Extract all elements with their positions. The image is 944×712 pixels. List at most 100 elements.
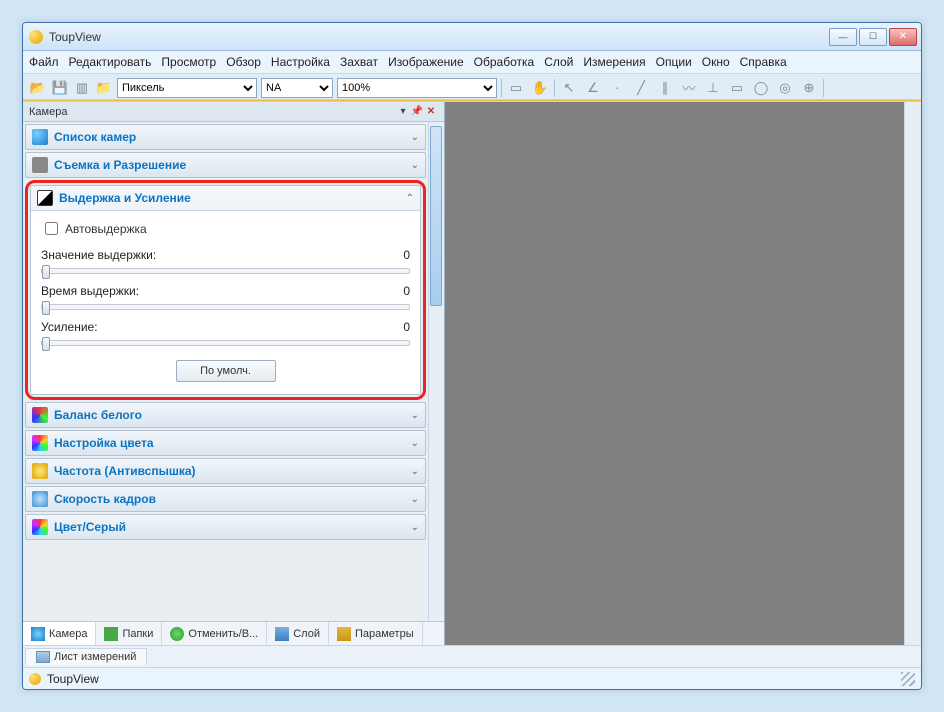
angle-tool-icon[interactable]: ∠ <box>583 79 603 97</box>
bulb-icon <box>32 463 48 479</box>
panel-close-icon[interactable]: ✕ <box>424 106 438 117</box>
gain-slider[interactable] <box>41 340 410 346</box>
menu-layer[interactable]: Слой <box>544 55 573 69</box>
menu-help[interactable]: Справка <box>740 55 787 69</box>
slider-thumb[interactable] <box>42 301 50 315</box>
zoom-combo[interactable]: 100% <box>337 78 497 98</box>
menu-process[interactable]: Обработка <box>474 55 535 69</box>
point-tool-icon[interactable]: · <box>607 79 627 97</box>
panel-scroll-area: Список камер ⌄ Съемка и Разрешение ⌄ <box>23 122 444 621</box>
na-combo[interactable]: NA <box>261 78 333 98</box>
color-adjust-icon <box>32 435 48 451</box>
tab-label: Слой <box>293 628 320 640</box>
exposure-time-label: Время выдержки: <box>41 284 139 298</box>
open-icon[interactable]: 📂 <box>29 79 47 97</box>
tab-params[interactable]: Параметры <box>329 622 423 645</box>
section-color-gray[interactable]: Цвет/Серый ⌄ <box>25 514 426 540</box>
slider-thumb[interactable] <box>42 265 50 279</box>
exposure-icon <box>37 190 53 206</box>
menu-browse[interactable]: Обзор <box>226 55 261 69</box>
menu-view[interactable]: Просмотр <box>161 55 216 69</box>
panel-scrollbar[interactable] <box>428 122 444 621</box>
menu-image[interactable]: Изображение <box>388 55 464 69</box>
menu-edit[interactable]: Редактировать <box>69 55 152 69</box>
tab-label: Камера <box>49 628 87 640</box>
tab-label: Отменить/В... <box>188 628 258 640</box>
section-frequency[interactable]: Частота (Антивспышка) ⌄ <box>25 458 426 484</box>
polyline-tool-icon[interactable]: 〰 <box>679 79 699 97</box>
hand-icon[interactable]: ✋ <box>530 79 550 97</box>
maximize-button[interactable]: ☐ <box>859 28 887 46</box>
line-tool-icon[interactable]: ╱ <box>631 79 651 97</box>
rect-tool-icon[interactable]: ▭ <box>727 79 747 97</box>
minimize-button[interactable]: — <box>829 28 857 46</box>
auto-exposure-input[interactable] <box>45 222 58 235</box>
tab-undo[interactable]: Отменить/В... <box>162 622 267 645</box>
tab-folders[interactable]: Папки <box>96 622 162 645</box>
ellipse-tool-icon[interactable]: ◯ <box>751 79 771 97</box>
menu-bar: Файл Редактировать Просмотр Обзор Настро… <box>23 51 921 74</box>
folders-icon <box>104 627 118 641</box>
section-title: Список камер <box>54 130 405 144</box>
defaults-button[interactable]: По умолч. <box>176 360 276 382</box>
section-frame-rate[interactable]: Скорость кадров ⌄ <box>25 486 426 512</box>
white-balance-icon <box>32 407 48 423</box>
slider-thumb[interactable] <box>42 337 50 351</box>
panel-header: Камера ▾ 📌 ✕ <box>23 102 444 122</box>
measurement-sheet-tab[interactable]: Лист измерений <box>25 648 147 665</box>
section-capture-resolution[interactable]: Съемка и Разрешение ⌄ <box>25 152 426 178</box>
unit-combo[interactable]: Пиксель <box>117 78 257 98</box>
camera-panel: Камера ▾ 📌 ✕ Список камер ⌄ <box>23 102 445 645</box>
window-buttons: — ☐ ✕ <box>829 28 917 46</box>
app-window: ToupView — ☐ ✕ Файл Редактировать Просмо… <box>22 22 922 690</box>
section-title: Баланс белого <box>54 408 405 422</box>
section-title: Частота (Антивспышка) <box>54 464 405 478</box>
sheet-tab-label: Лист измерений <box>54 651 136 663</box>
status-text: ToupView <box>47 672 99 686</box>
scrollbar-thumb[interactable] <box>430 126 442 306</box>
resize-grip-icon[interactable] <box>901 672 915 686</box>
gain-label: Усиление: <box>41 320 98 334</box>
target-tool-icon[interactable]: ⊕ <box>799 79 819 97</box>
menu-setup[interactable]: Настройка <box>271 55 330 69</box>
section-exposure-gain: Выдержка и Усиление ⌃ Автовыдержка Значе… <box>30 185 421 395</box>
window-title: ToupView <box>49 30 829 44</box>
browse-icon[interactable]: 📁 <box>95 79 113 97</box>
section-color-adjust[interactable]: Настройка цвета ⌄ <box>25 430 426 456</box>
params-icon <box>337 627 351 641</box>
menu-file[interactable]: Файл <box>29 55 59 69</box>
client-area: Камера ▾ 📌 ✕ Список камер ⌄ <box>23 102 921 645</box>
parallel-tool-icon[interactable]: ∥ <box>655 79 675 97</box>
select-rect-icon[interactable]: ▭ <box>506 79 526 97</box>
toolbar: 📂 💾 ▥ 📁 Пиксель NA 100% ▭ ✋ ↖ ∠ · ╱ ∥ 〰 … <box>23 74 921 102</box>
section-title: Настройка цвета <box>54 436 405 450</box>
section-white-balance[interactable]: Баланс белого ⌄ <box>25 402 426 428</box>
exposure-time-slider[interactable] <box>41 304 410 310</box>
panel-pin-icon[interactable]: 📌 <box>410 106 424 117</box>
title-bar: ToupView — ☐ ✕ <box>23 23 921 51</box>
chevron-down-icon: ⌄ <box>411 522 419 533</box>
sheet-tab-row: Лист измерений <box>23 645 921 667</box>
close-button[interactable]: ✕ <box>889 28 917 46</box>
save-icon[interactable]: 💾 <box>51 79 69 97</box>
menu-measure[interactable]: Измерения <box>583 55 645 69</box>
app-icon <box>29 30 43 44</box>
auto-exposure-checkbox[interactable]: Автовыдержка <box>41 219 410 238</box>
tab-layer[interactable]: Слой <box>267 622 329 645</box>
section-header[interactable]: Выдержка и Усиление ⌃ <box>31 186 420 210</box>
section-title: Цвет/Серый <box>54 520 405 534</box>
print-icon[interactable]: ▥ <box>73 79 91 97</box>
menu-options[interactable]: Опции <box>656 55 692 69</box>
perp-tool-icon[interactable]: ⊥ <box>703 79 723 97</box>
ring-tool-icon[interactable]: ◎ <box>775 79 795 97</box>
arrow-tool-icon[interactable]: ↖ <box>559 79 579 97</box>
menu-capture[interactable]: Захват <box>340 55 378 69</box>
exposure-time-param: Время выдержки: 0 <box>41 284 410 310</box>
exposure-time-value: 0 <box>403 284 410 298</box>
exposure-target-slider[interactable] <box>41 268 410 274</box>
gain-param: Усиление: 0 <box>41 320 410 346</box>
section-camera-list[interactable]: Список камер ⌄ <box>25 124 426 150</box>
tab-camera[interactable]: Камера <box>23 622 96 645</box>
menu-window[interactable]: Окно <box>702 55 730 69</box>
panel-menu-icon[interactable]: ▾ <box>396 106 410 117</box>
